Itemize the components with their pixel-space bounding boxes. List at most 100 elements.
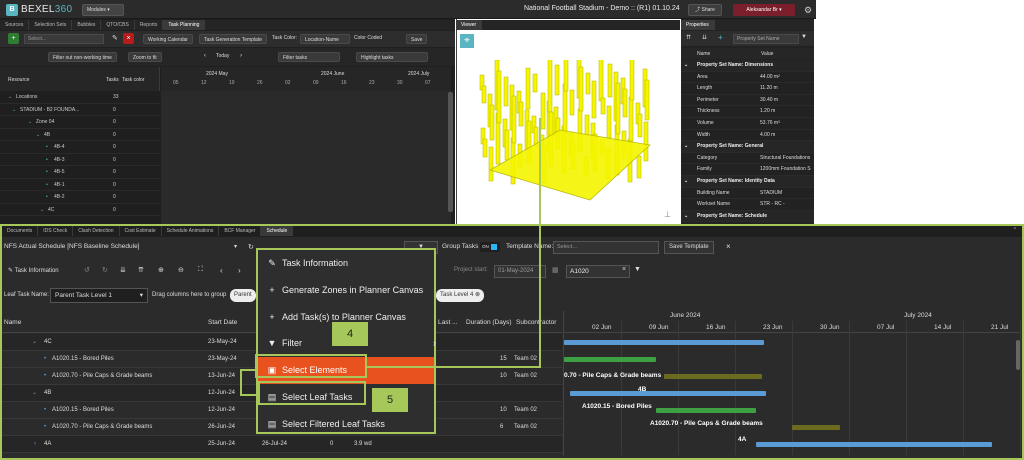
tree-row[interactable]: • 4B-2 0 (0, 191, 160, 204)
zoom-in-icon[interactable]: ⊕ (158, 266, 164, 274)
filter-tasks-input[interactable]: Filter tasks (278, 52, 340, 62)
last-column-header[interactable]: Last ... (438, 319, 458, 326)
gantt-bar[interactable] (664, 374, 762, 379)
redo-icon[interactable]: ↻ (102, 266, 108, 274)
property-group-header[interactable]: ⌄ Property Set Name: Schedule (681, 210, 814, 223)
close-icon[interactable]: × (726, 242, 731, 251)
save-button[interactable]: Save (406, 34, 428, 44)
subcontractor-column-header[interactable]: Subcontractor (516, 319, 556, 326)
expand-all-icon[interactable]: ⇈ (138, 266, 144, 274)
tree-row[interactable]: ⌄ Locations 33 (0, 91, 160, 104)
tab-clash-detection[interactable]: Clash Detection (73, 226, 120, 236)
tab-bcf-manager[interactable]: BCF Manager (219, 226, 262, 236)
delete-icon[interactable]: × (123, 33, 134, 44)
refresh-icon[interactable]: ↻ (248, 243, 254, 251)
task-color-select[interactable]: Location-Name (300, 34, 350, 44)
task-select-input[interactable]: Select... (24, 34, 104, 44)
zoom-out-icon[interactable]: ⊖ (178, 266, 184, 274)
calendar-icon[interactable]: ▦ (552, 266, 559, 274)
chevron-down-icon[interactable]: ⌄ (40, 204, 44, 217)
tree-row[interactable]: • 4B-3 0 (0, 154, 160, 167)
schedule-search-input[interactable]: A1020 (566, 265, 630, 278)
tree-row[interactable]: • 4B-5 0 (0, 166, 160, 179)
chevron-down-icon[interactable]: ⌄ (684, 60, 688, 72)
chevron-down-icon[interactable]: ⌄ (8, 91, 12, 104)
name-column-header[interactable]: Name (4, 319, 21, 326)
tab-task-planning[interactable]: Task Planning (163, 20, 206, 30)
tree-row[interactable]: ⌄ 4B 0 (0, 129, 160, 142)
prev-icon[interactable]: ‹ (220, 266, 223, 275)
bullet-icon[interactable]: • (46, 191, 48, 204)
tab-reports[interactable]: Reports (135, 20, 164, 30)
group-tasks-toggle[interactable]: ON (480, 242, 500, 252)
chevron-down-icon[interactable]: ⌄ (684, 141, 688, 153)
next-icon[interactable]: › (238, 266, 241, 275)
properties-tab[interactable]: Properties (681, 20, 715, 30)
group-chip-level-4[interactable]: Task Level 4 ⊗ (436, 289, 485, 302)
chevron-down-icon[interactable]: ⌄ (32, 385, 37, 402)
collapse-all-icon[interactable]: ⇊ (120, 266, 126, 274)
tab-sources[interactable]: Sources (0, 20, 30, 30)
menu-item-generate-zones[interactable]: + Generate Zones in Planner Canvas (266, 277, 436, 304)
modules-dropdown[interactable]: Modules ▾ (82, 4, 124, 16)
bullet-icon[interactable]: • (46, 179, 48, 192)
gantt-bar[interactable] (792, 425, 840, 430)
gantt-bar[interactable] (756, 442, 992, 447)
panel-menu-icon[interactable]: ▫ (1014, 226, 1016, 232)
tree-row[interactable]: ⌄ 4C 0 (0, 204, 160, 217)
group-chip-parent[interactable]: Parent (230, 289, 256, 302)
next-icon[interactable]: › (240, 53, 242, 59)
template-select[interactable]: Select... (553, 241, 659, 254)
tab-cost-estimate[interactable]: Cost Estimate (120, 226, 162, 236)
property-group-header[interactable]: ⌄ Property Set Name: Dimensions (681, 60, 814, 72)
axis-gizmo-icon[interactable]: ⊥ (664, 210, 671, 219)
working-calendar-button[interactable]: Working Calendar (143, 34, 193, 44)
bullet-icon[interactable]: • (46, 166, 48, 179)
chevron-right-icon[interactable]: › (34, 436, 36, 453)
save-template-button[interactable]: Save Template (664, 241, 714, 254)
undo-icon[interactable]: ↺ (84, 266, 90, 274)
gantt-bar[interactable] (564, 357, 656, 362)
add-icon[interactable]: + (8, 33, 19, 44)
add-property-icon[interactable]: + (718, 33, 723, 42)
chevron-down-icon[interactable]: ▾ (234, 243, 237, 250)
tab-documents[interactable]: Documents (2, 226, 39, 236)
edit-icon[interactable]: ✎ (112, 34, 118, 42)
clear-icon[interactable]: × (622, 266, 626, 273)
property-search-input[interactable]: Property Set Name (733, 34, 799, 44)
tab-selection-sets[interactable]: Selection Sets (29, 20, 73, 30)
tab-bubbles[interactable]: Bubbles (72, 20, 102, 30)
home-view-icon[interactable]: ⌖ (460, 34, 474, 48)
parent-level-select[interactable]: Parent Task Level 1 ▾ (50, 288, 148, 303)
task-information-button[interactable]: ✎ Task Information (8, 267, 59, 274)
tree-row[interactable]: • 4B-1 0 (0, 179, 160, 192)
gantt-scrollbar[interactable] (1016, 340, 1020, 370)
tree-row[interactable]: ⌄ Zone 04 0 (0, 116, 160, 129)
today-button[interactable]: Today (216, 53, 229, 59)
collapse-icon[interactable]: ⇈ (686, 34, 691, 41)
chevron-down-icon[interactable]: ⌄ (684, 211, 688, 223)
chevron-down-icon[interactable]: ⌄ (684, 176, 688, 188)
fit-icon[interactable]: ⛶ (198, 266, 203, 274)
bullet-icon[interactable]: • (46, 141, 48, 154)
filter-icon[interactable]: ▼ (801, 34, 807, 40)
tab-ids-check[interactable]: IDS Check (38, 226, 74, 236)
expand-icon[interactable]: ⇊ (702, 34, 707, 41)
schedule-select[interactable]: NFS Actual Schedule [NFS Baseline Schedu… (4, 243, 140, 250)
gear-icon[interactable]: ⚙ (804, 5, 812, 16)
tab-qto-cbs[interactable]: QTO/CBS (101, 20, 135, 30)
chevron-down-icon[interactable]: ⌄ (28, 116, 32, 129)
gantt-bar[interactable] (570, 391, 766, 396)
tab-schedule[interactable]: Schedule (261, 226, 294, 236)
filter-nonworking-button[interactable]: Filter out non-working time (48, 52, 117, 62)
chevron-down-icon[interactable]: ⌄ (36, 129, 40, 142)
property-group-header[interactable]: ⌄ Property Set Name: General (681, 141, 814, 153)
chevron-down-icon[interactable]: ⌄ (12, 104, 16, 117)
tree-row[interactable]: • 4B-4 0 (0, 141, 160, 154)
timeline-scrollbar[interactable] (448, 92, 453, 212)
tab-schedule-animations[interactable]: Schedule Animations (162, 226, 220, 236)
gantt-bar[interactable] (564, 340, 764, 345)
share-button[interactable]: ⤴ Share (688, 4, 722, 16)
bullet-icon[interactable]: • (46, 154, 48, 167)
zoom-fit-button[interactable]: Zoom to fit (128, 52, 162, 62)
